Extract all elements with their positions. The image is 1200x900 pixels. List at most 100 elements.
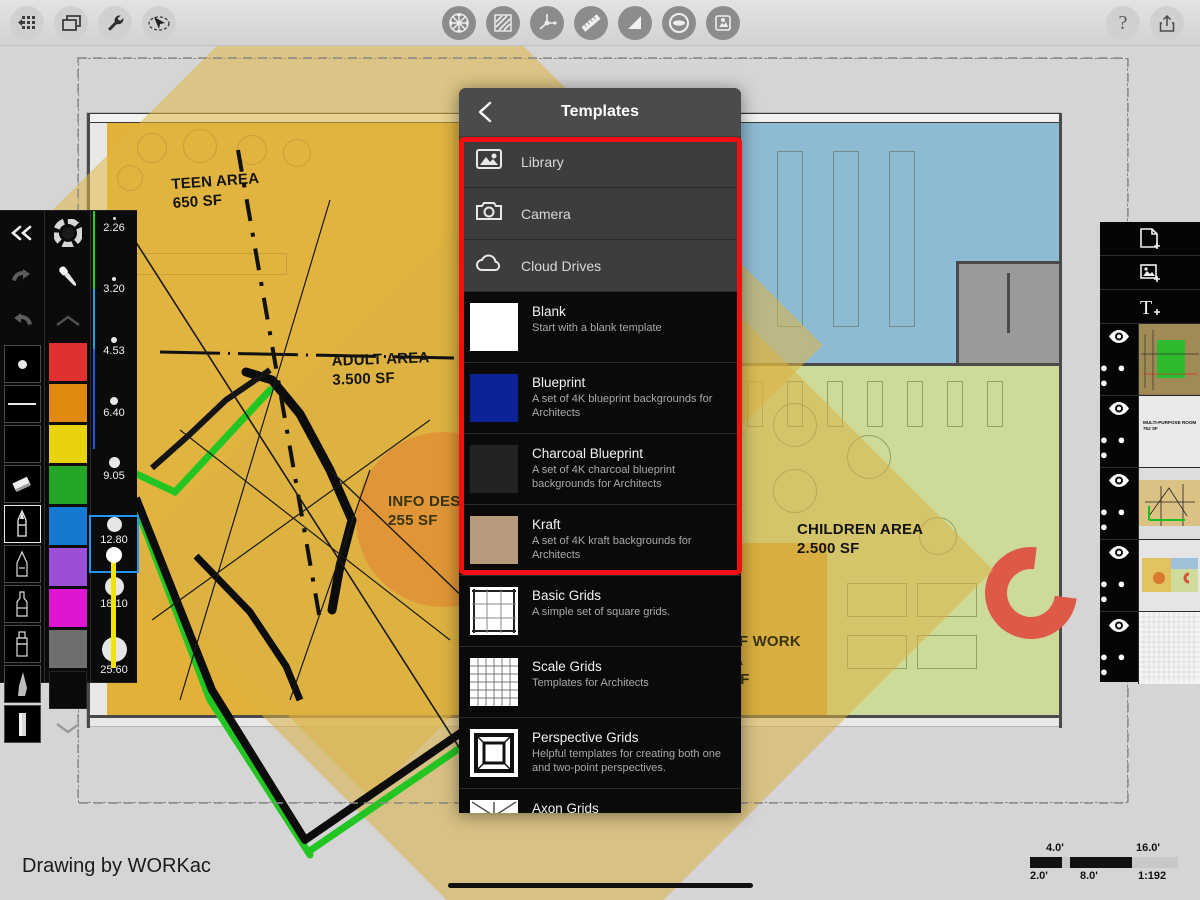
left-tool-panel: 2.26 3.20 4.53 6.40 9.05 12.80 [0,210,137,683]
layer-menu-dots[interactable]: ● ● ● [1100,576,1138,606]
source-camera[interactable]: Camera [459,188,741,240]
selection-lasso-icon[interactable] [142,6,176,40]
redo-button[interactable] [0,299,44,343]
layer-item[interactable]: ● ● ● [1100,324,1200,396]
template-item-blueprint[interactable]: Blueprint A set of 4K blueprint backgrou… [459,363,741,434]
furniture-shelf [867,381,883,427]
layer-menu-dots[interactable]: ● ● ● [1100,432,1138,462]
size-option-6-40[interactable]: 6.40 [91,397,137,451]
share-icon[interactable] [1150,6,1184,40]
template-item-blank[interactable]: Blank Start with a blank template [459,292,741,363]
undo-button[interactable] [0,255,44,299]
scroll-up-button[interactable] [45,299,90,343]
chalk-tool[interactable] [4,665,41,703]
app-root: TEEN AREA 650 SF ADULT AREA 3.500 SF INF… [0,0,1200,900]
layer-thumbnail-grid[interactable] [1138,612,1200,684]
eye-icon[interactable] [1107,473,1131,493]
wrench-icon[interactable] [98,6,132,40]
size-option-9-05[interactable]: 9.05 [91,457,137,511]
fill-hatch-icon[interactable] [486,6,520,40]
opacity-slider-track[interactable] [111,553,116,668]
wall-restroom [956,261,959,366]
brush-round-tool[interactable] [4,345,41,383]
template-item-charcoal-blueprint[interactable]: Charcoal Blueprint A set of 4K charcoal … [459,434,741,505]
scale-label-16ft: 16.0' [1136,842,1160,854]
template-item-axon-grids[interactable]: Axon Grids [459,789,741,813]
template-name: Blueprint [532,375,729,391]
purple-swatch[interactable] [49,548,87,586]
size-label: 2.26 [91,222,137,234]
eyedropper-button[interactable] [45,255,90,299]
layer-thumbnail-sketch-green[interactable] [1138,324,1200,395]
size-option-4-53[interactable]: 4.53 [91,337,137,391]
eye-icon[interactable] [1107,401,1131,421]
collapse-panel-button[interactable] [0,211,44,255]
source-cloud-drives[interactable]: Cloud Drives [459,240,741,292]
black-swatch[interactable] [49,671,87,709]
template-text: Kraft A set of 4K kraft backgrounds for … [532,516,729,562]
toolbar-left-group [10,6,176,40]
layers-stack-icon[interactable] [54,6,88,40]
layer-thumbnail-floorplan[interactable] [1138,540,1200,611]
add-image-icon[interactable] [1100,256,1200,290]
scale-label-2ft: 2.0' [1030,870,1048,882]
template-text: Blueprint A set of 4K blueprint backgrou… [532,374,729,420]
home-indicator[interactable] [448,883,753,888]
layer-item[interactable]: ● ● ● [1100,468,1200,540]
eye-icon[interactable] [1107,618,1131,638]
perspective-icon[interactable] [530,6,564,40]
brush-blank-tool[interactable] [4,425,41,463]
pen-tool[interactable] [4,505,41,543]
layer-caption: MULTI-PURPOSE ROOM 752 SF [1143,420,1196,432]
template-swatch-axon-grids [470,800,518,813]
layer-menu-dots[interactable]: ● ● ● [1100,504,1138,534]
add-page-icon[interactable] [1100,222,1200,256]
gallery-grid-icon[interactable] [10,6,44,40]
opacity-slider-thumb[interactable] [106,547,122,563]
eraser-tool[interactable] [4,465,41,503]
gray-swatch[interactable] [49,630,87,668]
scale-bar-graphic [1018,857,1188,868]
layer-menu-dots[interactable]: ● ● ● [1100,360,1138,390]
scale-top-labels: 4.0' 16.0' [1018,842,1188,855]
blue-swatch[interactable] [49,507,87,545]
marker-tool[interactable] [4,585,41,623]
ruler-icon[interactable] [574,6,608,40]
triangle-guide-icon[interactable] [618,6,652,40]
brush-flat-tool[interactable] [4,385,41,423]
help-icon[interactable]: ? [1106,6,1140,40]
template-item-kraft[interactable]: Kraft A set of 4K kraft backgrounds for … [459,505,741,576]
scale-bottom-labels: 2.0' 8.0' 1:192 [1018,870,1188,883]
red-swatch[interactable] [49,343,87,381]
green-swatch[interactable] [49,466,87,504]
furniture-table [917,635,977,669]
size-option-2-26[interactable]: 2.26 [91,217,137,271]
crayon-tool[interactable] [4,705,41,743]
pencil-tool[interactable] [4,545,41,583]
color-wheel-button[interactable] [45,211,90,255]
layer-thumbnail-text-note[interactable]: MULTI-PURPOSE ROOM 752 SF [1138,396,1200,467]
template-item-basic-grids[interactable]: Basic Grids A simple set of square grids… [459,576,741,647]
add-text-icon[interactable]: T [1100,290,1200,324]
yellow-swatch[interactable] [49,425,87,463]
layer-menu-dots[interactable]: ● ● ● [1100,649,1138,679]
layer-thumbnail-kraft-sketch[interactable] [1138,468,1200,539]
template-item-scale-grids[interactable]: Scale Grids Templates for Architects [459,647,741,718]
source-library[interactable]: Library [459,136,741,188]
eye-icon[interactable] [1107,329,1131,349]
magenta-swatch[interactable] [49,589,87,627]
size-option-3-20[interactable]: 3.20 [91,277,137,331]
image-stamp-icon[interactable] [706,6,740,40]
template-item-perspective-grids[interactable]: Perspective Grids Helpful templates for … [459,718,741,789]
orange-swatch[interactable] [49,384,87,422]
transform-move-icon[interactable] [442,6,476,40]
airbrush-tool[interactable] [4,625,41,663]
ellipse-guide-icon[interactable] [662,6,696,40]
layer-item[interactable]: ● ● ● [1100,612,1200,684]
layer-item[interactable]: ● ● ● [1100,540,1200,612]
scroll-down-button[interactable] [45,712,90,744]
back-chevron-icon[interactable] [473,99,499,125]
eye-icon[interactable] [1107,545,1131,565]
layer-item[interactable]: ● ● ● MULTI-PURPOSE ROOM 752 SF [1100,396,1200,468]
size-label: 3.20 [91,283,137,295]
